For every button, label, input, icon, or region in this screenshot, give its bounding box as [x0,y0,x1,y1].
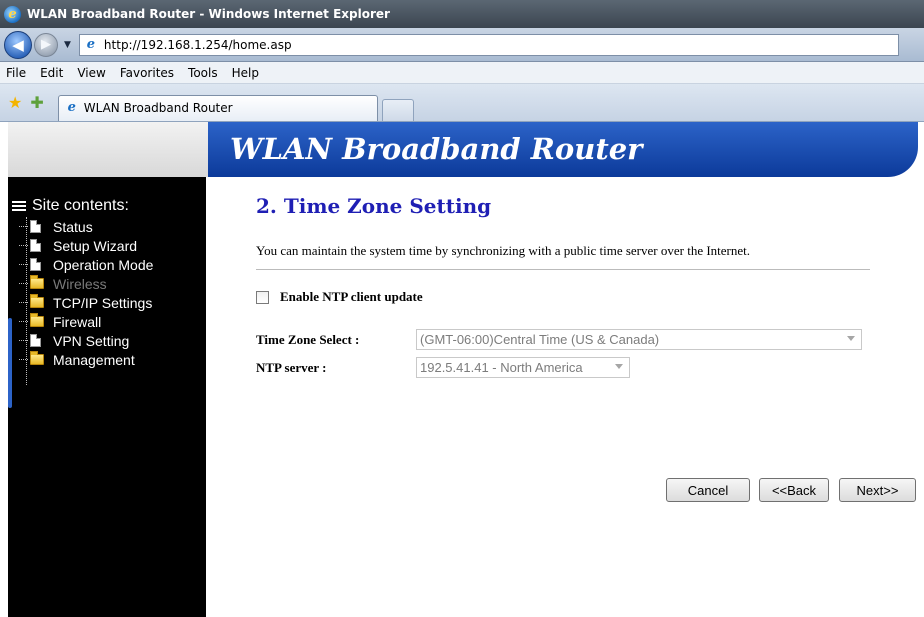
sidebar-item-tcpip-settings[interactable]: TCP/IP Settings [16,293,153,312]
history-dropdown-icon[interactable]: ▼ [64,40,71,50]
favorites-bar: ★ ✚ e WLAN Broadband Router [0,84,924,122]
chevron-down-icon [615,364,623,369]
main-content: 2. Time Zone Setting You can maintain th… [256,122,924,617]
document-icon [30,258,41,271]
next-button[interactable]: Next>> [839,478,916,502]
folder-icon [30,275,44,289]
back-button[interactable]: <<Back [759,478,829,502]
sidebar-item-setup-wizard[interactable]: Setup Wizard [16,236,153,255]
menu-edit[interactable]: Edit [40,66,63,80]
page-title: 2. Time Zone Setting [256,194,492,218]
page-description: You can maintain the system time by sync… [256,243,751,258]
site-contents-header: Site contents: [12,197,129,215]
ntp-option: Enable NTP client update [256,289,423,305]
enable-ntp-label: Enable NTP client update [280,289,423,304]
tree-root-icon [12,201,26,211]
internet-explorer-icon: e [4,5,21,23]
sidebar-item-management[interactable]: Management [16,350,153,369]
url-input[interactable]: e http://192.168.1.254/home.asp [78,33,899,56]
time-zone-label: Time Zone Select : [256,331,360,347]
menu-view[interactable]: View [77,66,105,80]
sidebar-item-vpn-setting[interactable]: VPN Setting [16,331,153,350]
new-tab-button[interactable] [381,98,414,121]
page-icon: e [86,36,96,52]
banner-left-panel [8,122,208,177]
document-icon [30,334,41,347]
folder-icon [30,294,44,308]
nav-tree: Status Setup Wizard Operation Mode Wirel… [16,217,153,385]
router-page: WLAN Broadband Router Site contents: Sta… [0,122,924,617]
menu-favorites[interactable]: Favorites [120,66,174,80]
document-icon [30,239,41,252]
back-nav-button[interactable]: ◀ [4,30,32,59]
sidebar-splitter[interactable] [8,318,12,408]
sidebar: Site contents: Status Setup Wizard Opera… [8,177,206,617]
tab-page-icon: e [67,100,76,115]
folder-icon [30,313,44,327]
time-zone-select[interactable]: (GMT-06:00)Central Time (US & Canada) [416,329,862,350]
ntp-server-row: NTP server : 192.5.41.41 - North America [256,357,630,378]
time-zone-row: Time Zone Select : (GMT-06:00)Central Ti… [256,329,862,350]
window-titlebar: e WLAN Broadband Router - Windows Intern… [0,0,924,28]
site-contents-label: Site contents: [32,197,129,214]
chevron-down-icon [847,336,855,341]
ntp-server-label: NTP server : [256,359,327,375]
sidebar-item-firewall[interactable]: Firewall [16,312,153,331]
address-bar: ◀ ▶ ▼ e http://192.168.1.254/home.asp [0,28,924,62]
document-icon [30,220,41,233]
menu-tools[interactable]: Tools [188,66,218,80]
favorites-star-icon[interactable]: ★ [8,93,22,112]
ntp-server-select[interactable]: 192.5.41.41 - North America [416,357,630,378]
browser-tab[interactable]: e WLAN Broadband Router [57,94,378,121]
sidebar-item-wireless[interactable]: Wireless [16,274,153,293]
tab-title: WLAN Broadband Router [83,101,233,115]
cancel-button[interactable]: Cancel [666,478,750,502]
folder-icon [30,351,44,365]
sidebar-item-status[interactable]: Status [16,217,153,236]
forward-nav-button[interactable]: ▶ [34,32,58,57]
divider [256,269,870,270]
window-title: WLAN Broadband Router - Windows Internet… [27,7,390,21]
url-text: http://192.168.1.254/home.asp [103,37,292,52]
add-favorites-icon[interactable]: ✚ [30,93,43,112]
menu-bar: File Edit View Favorites Tools Help [0,62,924,84]
menu-file[interactable]: File [6,66,26,80]
menu-help[interactable]: Help [232,66,259,80]
sidebar-item-operation-mode[interactable]: Operation Mode [16,255,153,274]
enable-ntp-checkbox[interactable] [256,290,269,304]
